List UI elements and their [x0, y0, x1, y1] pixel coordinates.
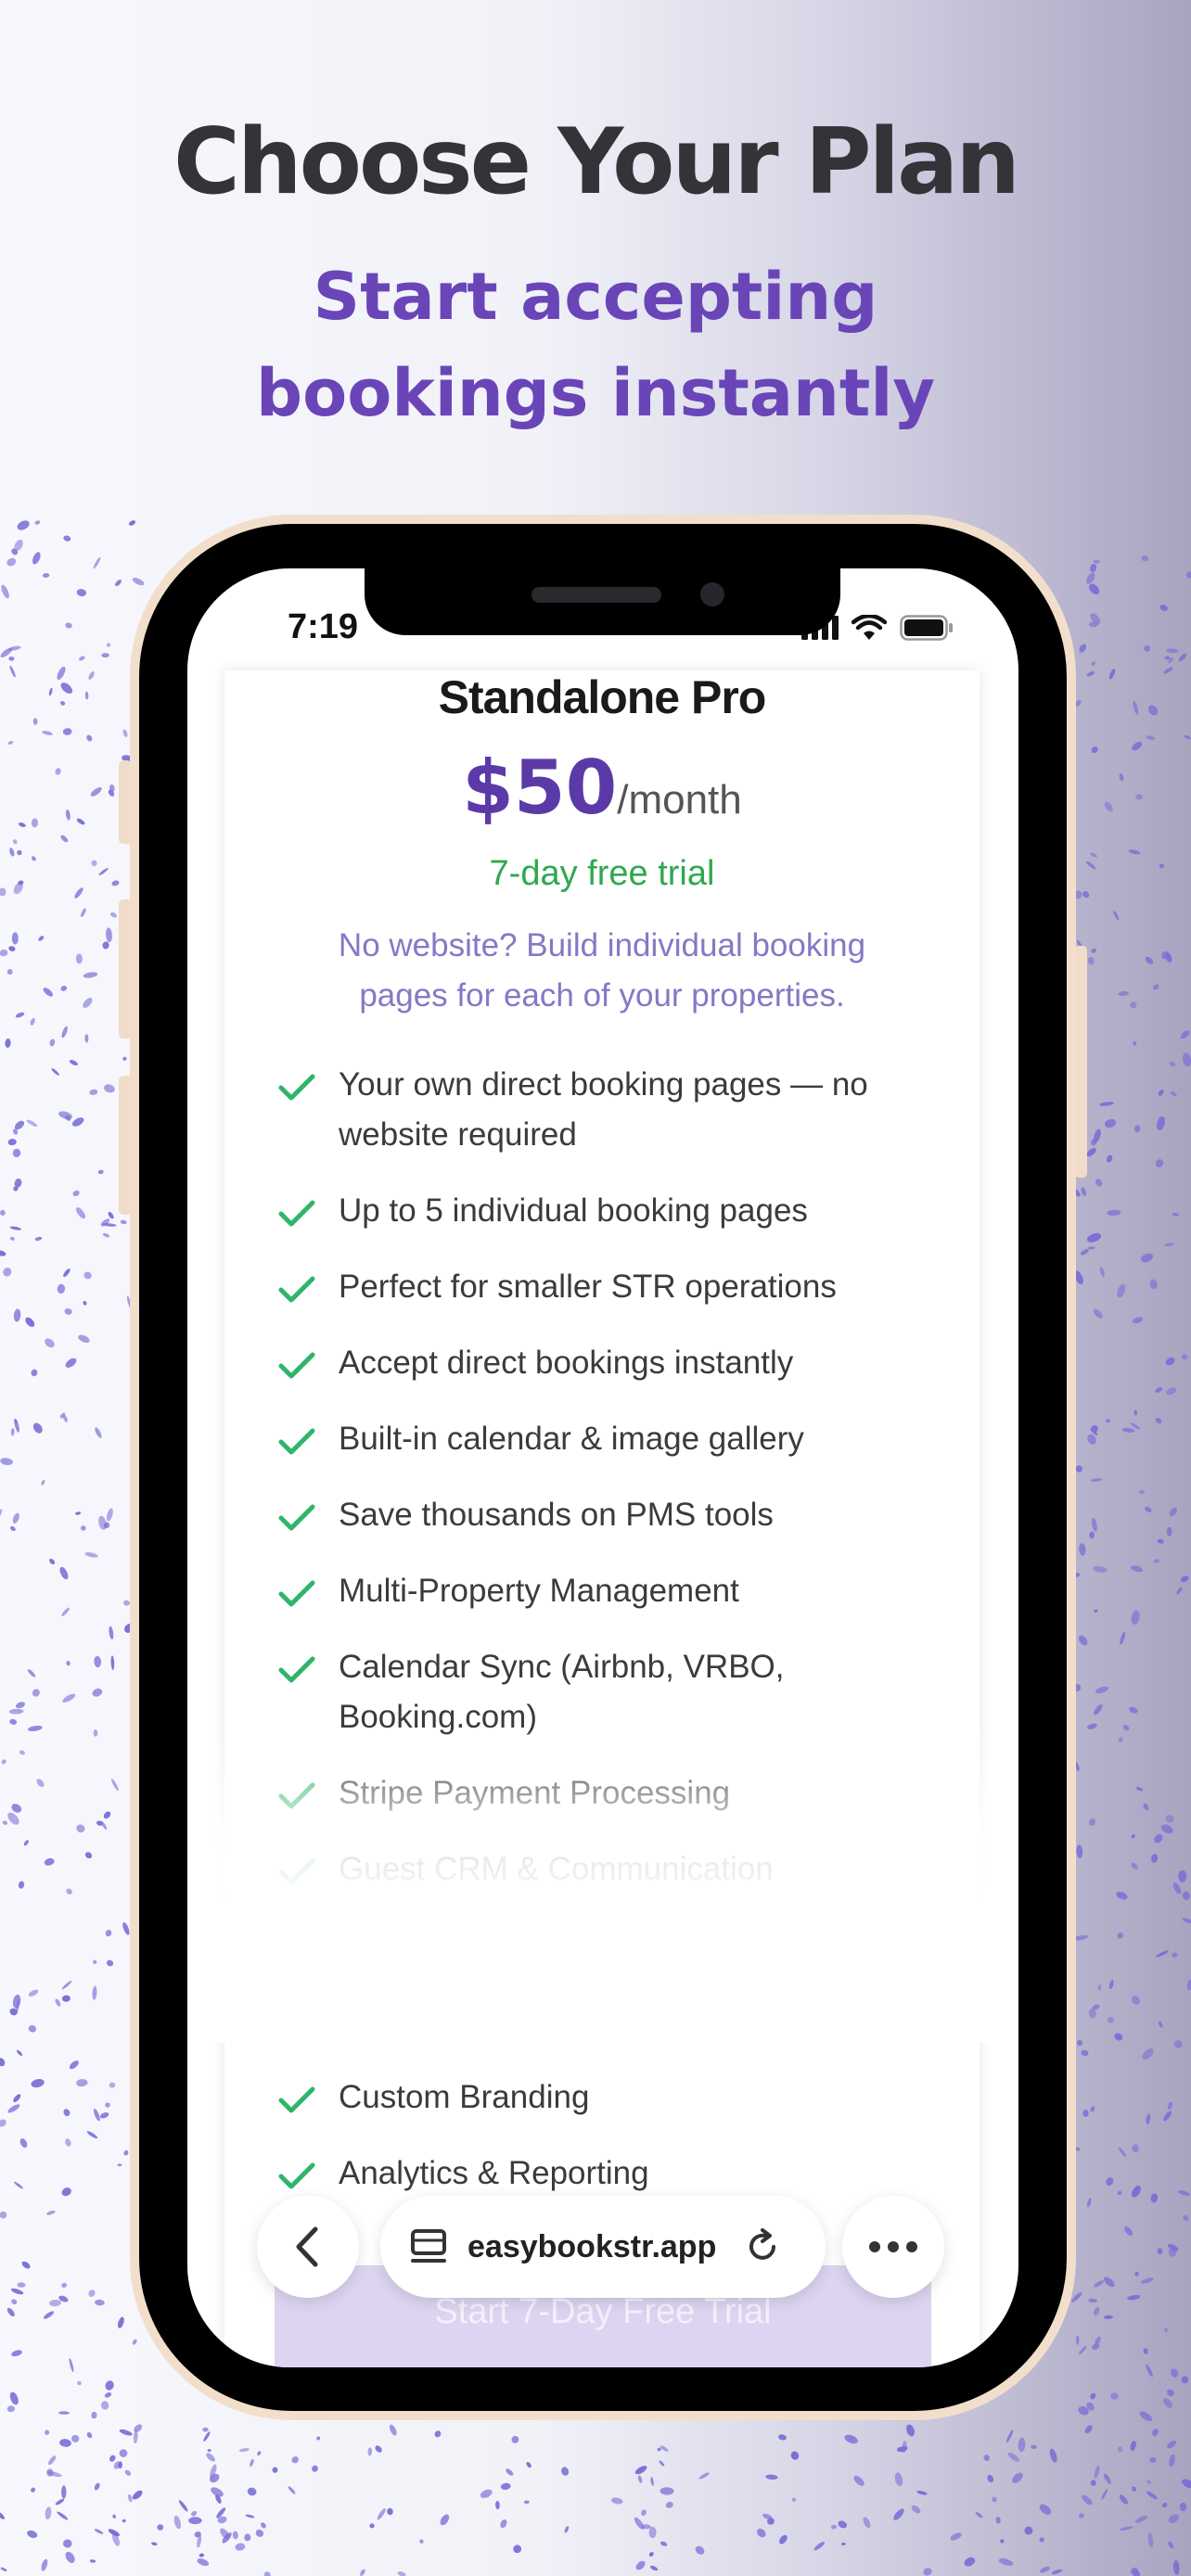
subtitle-line-1: Start accepting — [313, 259, 878, 335]
phone-screen: Standalone Pro $50/month 7-day free tria… — [187, 568, 1018, 2367]
phone-notch — [365, 568, 840, 635]
feature-item: Your own direct booking pages — no websi… — [275, 1060, 962, 1160]
feature-item: Analytics & Reporting — [275, 2149, 962, 2199]
plan-description: No website? Build individual booking pag… — [338, 927, 866, 1014]
back-button[interactable] — [257, 2196, 359, 2298]
check-icon — [278, 1200, 315, 1227]
feature-text: Your own direct booking pages — no websi… — [339, 1066, 868, 1153]
feature-item: Multi-Property Management — [275, 1566, 962, 1616]
page-title: Choose Your Plan — [173, 109, 1020, 215]
plan-price: $50 — [462, 745, 618, 831]
feature-text: Save thousands on PMS tools — [339, 1497, 774, 1533]
check-icon — [278, 1656, 315, 1683]
subtitle-line-2: bookings instantly — [256, 355, 935, 431]
check-icon — [278, 1352, 315, 1379]
feature-item: Perfect for smaller STR operations — [275, 1262, 962, 1312]
tabs-icon — [411, 2229, 446, 2263]
url-text: easybookstr.app — [467, 2228, 717, 2264]
feature-item: Save thousands on PMS tools — [275, 1490, 962, 1540]
check-icon — [278, 1580, 315, 1607]
feature-item: Custom Branding — [275, 2072, 962, 2123]
plan-name: Standalone Pro — [438, 671, 767, 723]
trial-text: 7-day free trial — [489, 854, 715, 893]
feature-list: Your own direct booking pages — no websi… — [275, 1060, 962, 2225]
feature-item: Built-in calendar & image gallery — [275, 1414, 962, 1464]
check-icon — [278, 2162, 315, 2189]
feature-text: Custom Branding — [339, 2079, 590, 2115]
address-bar[interactable]: easybookstr.app — [380, 2196, 826, 2298]
check-icon — [278, 2086, 315, 2113]
plan-period: /month — [617, 777, 742, 823]
phone-power-button — [1074, 946, 1087, 1178]
feature-text: Built-in calendar & image gallery — [339, 1421, 804, 1457]
more-button[interactable] — [842, 2196, 944, 2298]
feature-text: Multi-Property Management — [339, 1573, 739, 1609]
battery-icon — [900, 615, 953, 641]
feature-text: Up to 5 individual booking pages — [339, 1192, 808, 1229]
phone-speaker — [531, 587, 661, 603]
check-icon — [278, 1074, 315, 1101]
feature-text: Analytics & Reporting — [339, 2155, 649, 2191]
plan-card: Standalone Pro $50/month 7-day free tria… — [224, 670, 980, 2367]
feature-item: Accept direct bookings instantly — [275, 1338, 962, 1388]
price-row: $50/month — [224, 745, 980, 831]
page-subtitle: Start accepting bookings instantly — [0, 249, 1191, 441]
feature-item: Up to 5 individual booking pages — [275, 1186, 962, 1236]
feature-text: Perfect for smaller STR operations — [339, 1269, 837, 1305]
feature-text: Accept direct bookings instantly — [339, 1345, 794, 1381]
scroll-fade — [187, 1728, 1018, 2043]
check-icon — [278, 1276, 315, 1303]
wifi-icon — [852, 615, 887, 640]
reload-icon[interactable] — [742, 2226, 783, 2267]
check-icon — [278, 1504, 315, 1531]
more-icon — [869, 2241, 917, 2252]
check-icon — [278, 1428, 315, 1455]
status-time: 7:19 — [288, 607, 359, 646]
back-chevron-icon — [296, 2226, 318, 2267]
phone-camera — [700, 582, 724, 606]
